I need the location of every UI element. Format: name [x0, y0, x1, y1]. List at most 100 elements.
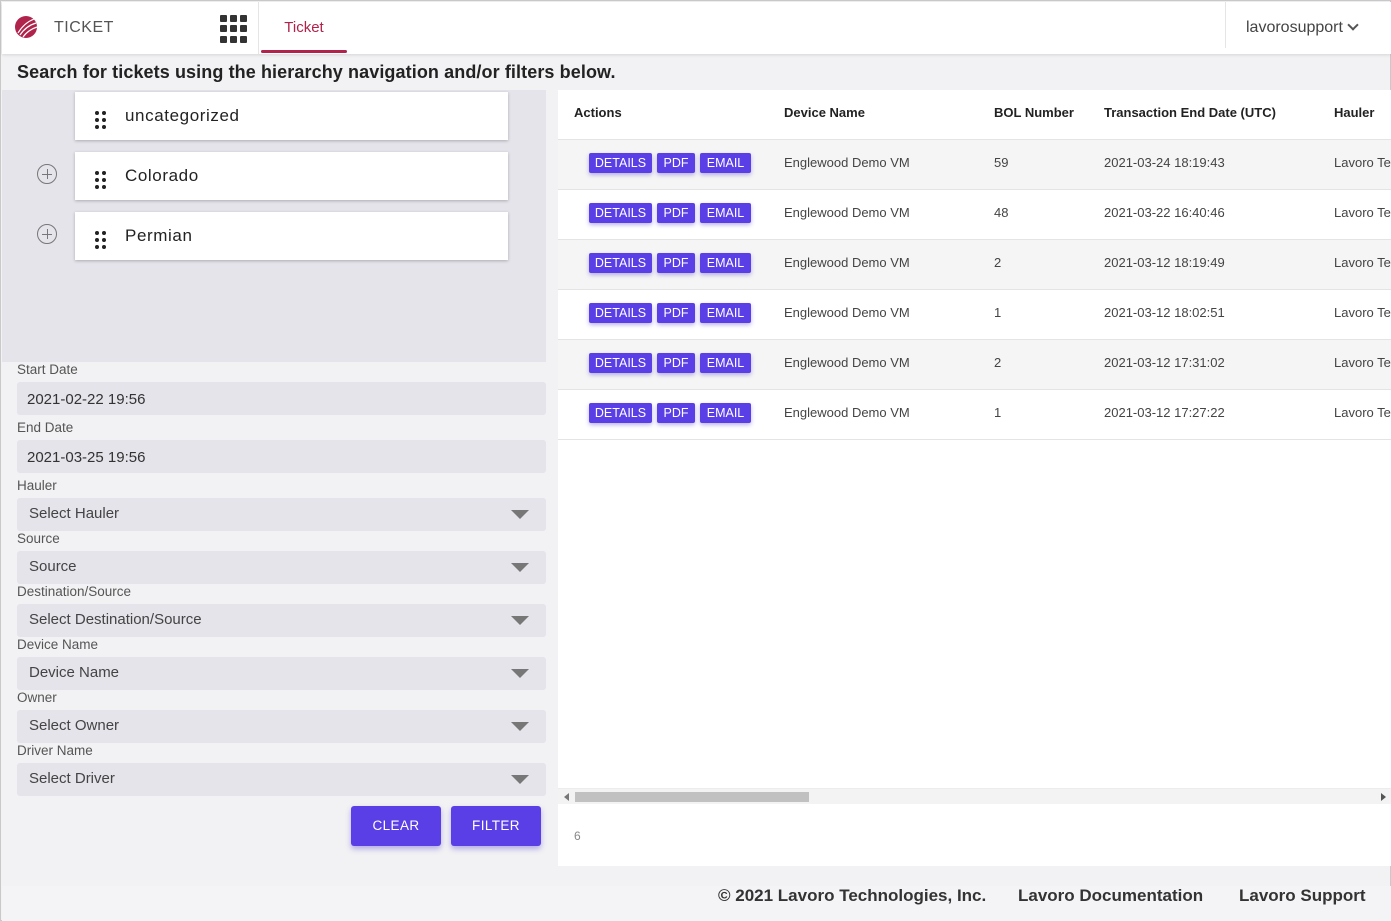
column-header-hauler[interactable]: Hauler — [1334, 105, 1374, 120]
table-row[interactable]: DETAILS PDF EMAIL Englewood Demo VM 2 20… — [558, 240, 1391, 290]
email-button[interactable]: EMAIL — [700, 403, 751, 423]
details-button[interactable]: DETAILS — [589, 303, 652, 323]
cell-hauler: Lavoro Te — [1334, 155, 1391, 170]
end-date-input[interactable]: 2021-03-25 19:56 — [17, 440, 546, 473]
table-row[interactable]: DETAILS PDF EMAIL Englewood Demo VM 1 20… — [558, 290, 1391, 340]
details-button[interactable]: DETAILS — [589, 153, 652, 173]
caret-down-icon — [511, 616, 529, 625]
cell-bol-number: 2 — [994, 355, 1002, 370]
page-instructions: Search for tickets using the hierarchy n… — [17, 62, 616, 82]
horizontal-scrollbar[interactable] — [558, 788, 1391, 804]
hauler-label: Hauler — [17, 478, 57, 493]
caret-down-icon — [511, 563, 529, 572]
hierarchy-node-permian[interactable]: Permian — [75, 212, 508, 260]
cell-hauler: Lavoro Te — [1334, 205, 1391, 220]
pdf-button[interactable]: PDF — [657, 353, 695, 373]
copyright-text: © 2021 Lavoro Technologies, Inc. — [718, 886, 987, 905]
device-name-label: Device Name — [17, 637, 99, 652]
start-date-label: Start Date — [17, 362, 78, 377]
details-button[interactable]: DETAILS — [589, 253, 652, 273]
cell-bol-number: 48 — [994, 205, 1009, 220]
driver-select-value: Select Driver — [29, 770, 115, 787]
column-header-transaction-end-date[interactable]: Transaction End Date (UTC) — [1104, 105, 1276, 120]
footer: © 2021 Lavoro Technologies, Inc. Lavoro … — [2, 886, 1391, 921]
cell-hauler: Lavoro Te — [1334, 355, 1391, 370]
drag-handle-icon[interactable] — [75, 223, 125, 249]
chevron-down-icon — [1347, 19, 1359, 31]
details-button[interactable]: DETAILS — [589, 403, 652, 423]
cell-device-name: Englewood Demo VM — [784, 155, 910, 170]
cell-hauler: Lavoro Te — [1334, 255, 1391, 270]
cell-transaction-end-date: 2021-03-24 18:19:43 — [1104, 155, 1225, 170]
destination-select-value: Select Destination/Source — [29, 611, 202, 628]
owner-select[interactable]: Select Owner — [17, 710, 546, 743]
email-button[interactable]: EMAIL — [700, 353, 751, 373]
expand-plus-icon[interactable] — [37, 164, 57, 184]
ticket-table: Actions Device Name BOL Number Transacti… — [558, 90, 1391, 866]
hierarchy-panel: uncategorized Colorado Permian — [2, 90, 546, 362]
drag-handle-icon[interactable] — [75, 163, 125, 189]
top-bar: TICKET Ticket lavorosupport — [2, 2, 1391, 54]
pdf-button[interactable]: PDF — [657, 253, 695, 273]
cell-bol-number: 2 — [994, 255, 1002, 270]
hierarchy-node-colorado[interactable]: Colorado — [75, 152, 508, 200]
driver-select[interactable]: Select Driver — [17, 763, 546, 796]
hauler-select-value: Select Hauler — [29, 505, 120, 522]
clear-button[interactable]: CLEAR — [351, 806, 441, 846]
scroll-left-icon[interactable] — [564, 793, 569, 801]
expand-plus-icon[interactable] — [37, 224, 57, 244]
scroll-right-icon[interactable] — [1381, 793, 1386, 801]
user-name: lavorosupport — [1246, 19, 1343, 36]
cell-transaction-end-date: 2021-03-22 16:40:46 — [1104, 205, 1225, 220]
device-name-select[interactable]: Device Name — [17, 657, 546, 690]
destination-select[interactable]: Select Destination/Source — [17, 604, 546, 637]
owner-select-value: Select Owner — [29, 717, 120, 734]
email-button[interactable]: EMAIL — [700, 303, 751, 323]
cell-transaction-end-date: 2021-03-12 18:19:49 — [1104, 255, 1225, 270]
email-button[interactable]: EMAIL — [700, 153, 751, 173]
table-row[interactable]: DETAILS PDF EMAIL Englewood Demo VM 1 20… — [558, 390, 1391, 440]
support-link[interactable]: Lavoro Support — [1239, 886, 1366, 906]
pdf-button[interactable]: PDF — [657, 403, 695, 423]
start-date-input[interactable]: 2021-02-22 19:56 — [17, 382, 546, 415]
hauler-select[interactable]: Select Hauler — [17, 498, 546, 531]
table-row[interactable]: DETAILS PDF EMAIL Englewood Demo VM 2 20… — [558, 340, 1391, 390]
scrollbar-thumb[interactable] — [575, 792, 809, 802]
tab-ticket[interactable]: Ticket — [259, 2, 349, 54]
apps-grid-icon[interactable] — [220, 15, 248, 43]
pdf-button[interactable]: PDF — [657, 203, 695, 223]
cell-hauler: Lavoro Te — [1334, 405, 1391, 420]
cell-transaction-end-date: 2021-03-12 18:02:51 — [1104, 305, 1225, 320]
hierarchy-node-uncategorized[interactable]: uncategorized — [75, 92, 508, 140]
table-row[interactable]: DETAILS PDF EMAIL Englewood Demo VM 48 2… — [558, 190, 1391, 240]
cell-device-name: Englewood Demo VM — [784, 205, 910, 220]
drag-handle-icon[interactable] — [75, 103, 125, 129]
table-header: Actions Device Name BOL Number Transacti… — [558, 90, 1391, 140]
pdf-button[interactable]: PDF — [657, 303, 695, 323]
column-header-device-name[interactable]: Device Name — [784, 105, 865, 120]
email-button[interactable]: EMAIL — [700, 203, 751, 223]
documentation-link[interactable]: Lavoro Documentation — [1018, 886, 1203, 906]
filter-button[interactable]: FILTER — [451, 806, 541, 846]
column-header-bol-number[interactable]: BOL Number — [994, 105, 1074, 120]
cell-device-name: Englewood Demo VM — [784, 355, 910, 370]
source-label: Source — [17, 531, 60, 546]
source-select-value: Source — [29, 558, 77, 575]
table-row[interactable]: DETAILS PDF EMAIL Englewood Demo VM 59 2… — [558, 140, 1391, 190]
user-menu[interactable]: lavorosupport — [1246, 19, 1359, 37]
source-select[interactable]: Source — [17, 551, 546, 584]
row-count: 6 — [574, 829, 581, 843]
details-button[interactable]: DETAILS — [589, 203, 652, 223]
pdf-button[interactable]: PDF — [657, 153, 695, 173]
details-button[interactable]: DETAILS — [589, 353, 652, 373]
column-header-actions[interactable]: Actions — [574, 105, 622, 120]
cell-transaction-end-date: 2021-03-12 17:31:02 — [1104, 355, 1225, 370]
hierarchy-node-label: uncategorized — [125, 106, 240, 125]
cell-hauler: Lavoro Te — [1334, 305, 1391, 320]
cell-bol-number: 59 — [994, 155, 1009, 170]
end-date-label: End Date — [17, 420, 74, 435]
owner-label: Owner — [17, 690, 57, 705]
app-name: TICKET — [54, 19, 114, 36]
cell-device-name: Englewood Demo VM — [784, 255, 910, 270]
email-button[interactable]: EMAIL — [700, 253, 751, 273]
